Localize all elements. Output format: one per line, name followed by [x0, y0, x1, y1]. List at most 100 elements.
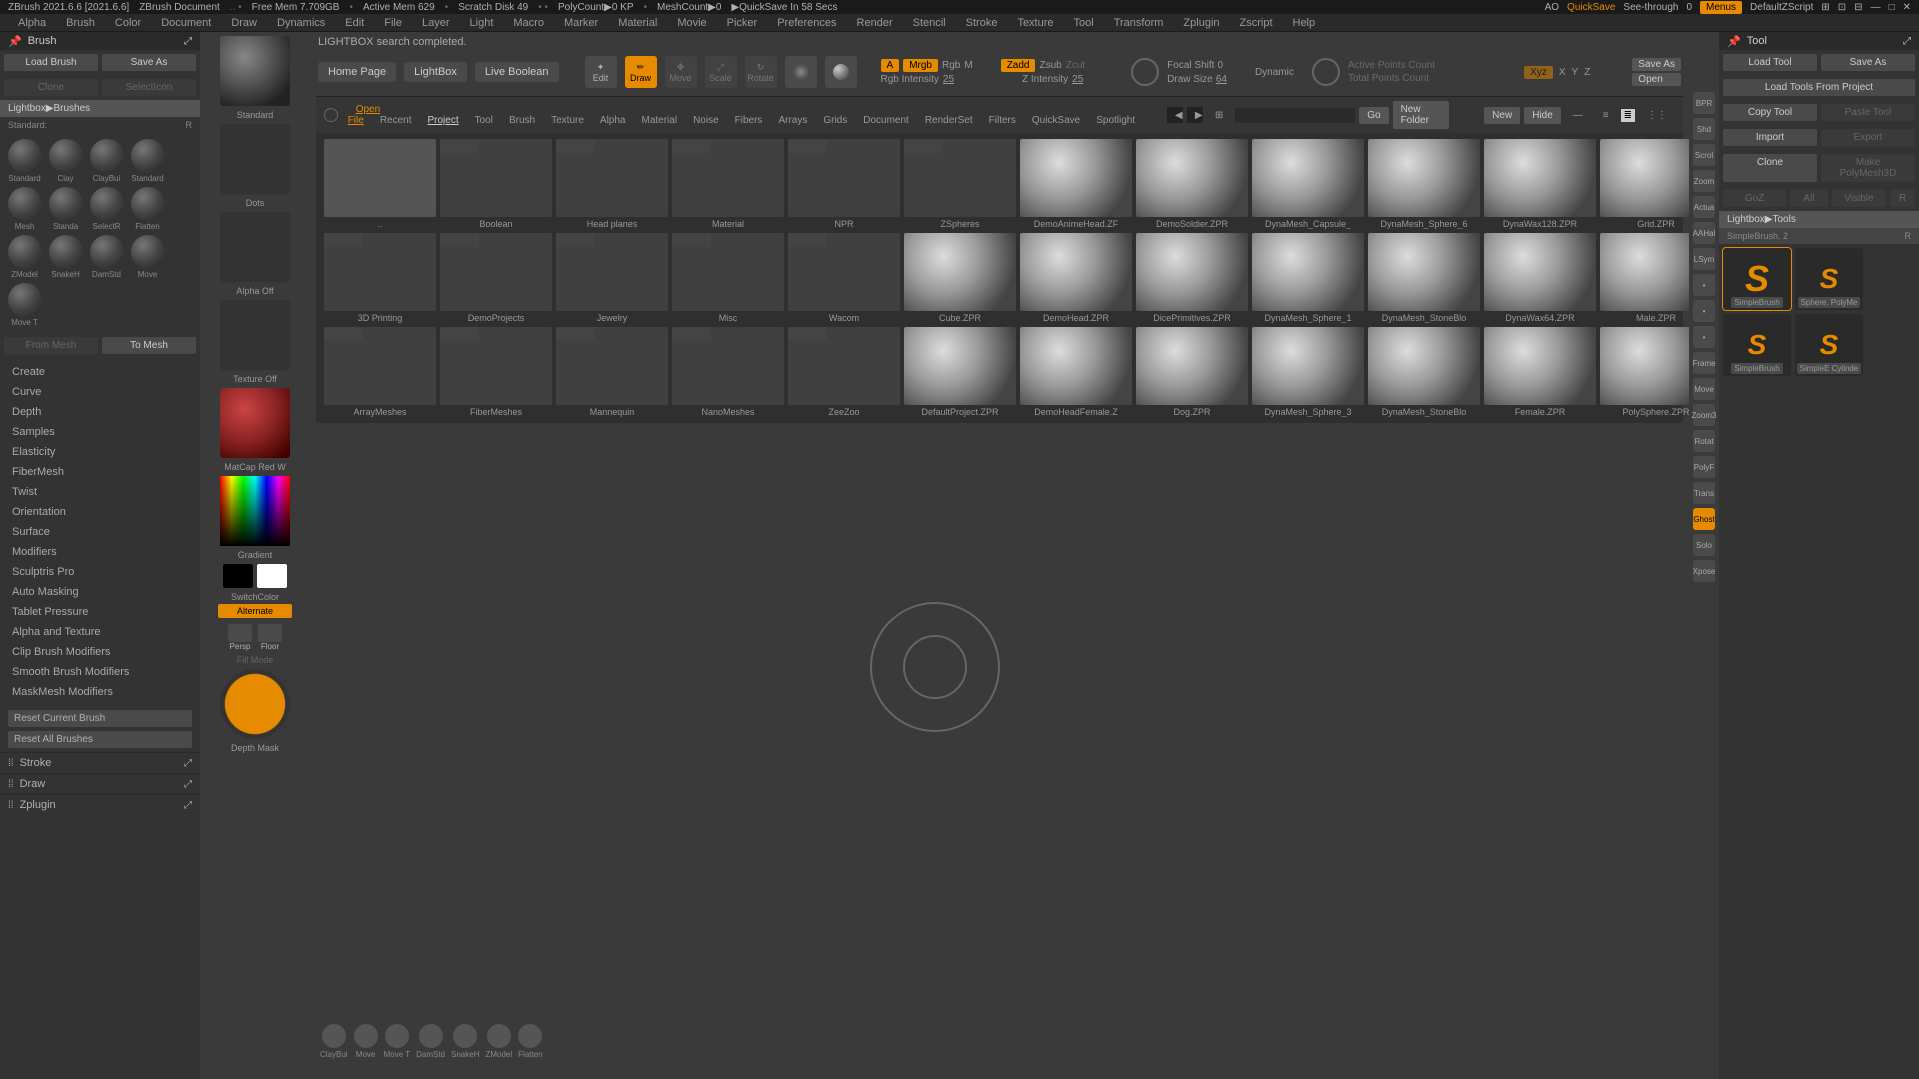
standard-brush-thumb[interactable] — [220, 36, 290, 106]
thumb-item[interactable]: DemoHeadFemale.Z — [1020, 327, 1132, 417]
lightbox-circle-icon[interactable] — [324, 108, 338, 122]
history-brush[interactable]: ClayBui — [320, 1024, 348, 1059]
brush-item[interactable]: Standa — [47, 187, 84, 231]
brush-section-surface[interactable]: Surface — [0, 522, 200, 542]
tool-thumb[interactable]: SSimpleE Cylinde — [1795, 314, 1863, 376]
goz-button[interactable]: GoZ — [1723, 190, 1786, 207]
draw-mode-button[interactable]: ✏Draw — [625, 56, 657, 88]
thumb-item[interactable]: DynaWax128.ZPR — [1484, 139, 1596, 229]
lightbox-search-input[interactable] — [1235, 108, 1355, 123]
minimize-icon[interactable]: — — [1871, 2, 1881, 13]
thumb-item[interactable]: DynaMesh_Sphere_1 — [1252, 233, 1364, 323]
brush-section-modifiers[interactable]: Modifiers — [0, 542, 200, 562]
clone-button[interactable]: Clone — [4, 79, 98, 96]
maximize-icon[interactable]: □ — [1889, 2, 1895, 13]
draw-size-value[interactable]: 64 — [1216, 74, 1227, 85]
lightbox-tab-renderset[interactable]: RenderSet — [917, 112, 981, 129]
menu-transform[interactable]: Transform — [1106, 15, 1172, 31]
menu-marker[interactable]: Marker — [556, 15, 606, 31]
live-boolean-button[interactable]: Live Boolean — [475, 62, 559, 82]
persp-button[interactable] — [228, 624, 252, 642]
brush-section-auto-masking[interactable]: Auto Masking — [0, 582, 200, 602]
thumb-item[interactable]: ZSpheres — [904, 139, 1016, 229]
load-tool-button[interactable]: Load Tool — [1723, 54, 1817, 71]
menu-texture[interactable]: Texture — [1009, 15, 1061, 31]
scale-mode-button[interactable]: ⤢Scale — [705, 56, 737, 88]
save-as-button[interactable]: Save As — [102, 54, 196, 71]
section-stroke[interactable]: ⁞⁞Stroke⤢ — [0, 752, 200, 773]
save-as-button[interactable]: Save As — [1632, 58, 1681, 71]
nav-zoom[interactable]: Zoom — [1693, 170, 1715, 192]
thumb-item[interactable]: Misc — [672, 233, 784, 323]
lightbox-tab-project[interactable]: Project — [420, 112, 467, 129]
history-brush[interactable]: Flatten — [518, 1024, 542, 1059]
brush-section-curve[interactable]: Curve — [0, 382, 200, 402]
pin-icon[interactable]: 📌 — [8, 35, 22, 48]
new-button[interactable]: New — [1484, 107, 1520, 124]
clone-tool-button[interactable]: Clone — [1723, 154, 1817, 182]
zadd-button[interactable]: Zadd — [1001, 59, 1036, 72]
menu-help[interactable]: Help — [1285, 15, 1324, 31]
thumb-item[interactable]: Mannequin — [556, 327, 668, 417]
thumb-item[interactable]: Female.ZPR — [1484, 327, 1596, 417]
menu-material[interactable]: Material — [610, 15, 665, 31]
y-button[interactable]: Y — [1572, 67, 1579, 78]
lightbox-tab-noise[interactable]: Noise — [685, 112, 727, 129]
menu-stencil[interactable]: Stencil — [905, 15, 954, 31]
rotate-mode-button[interactable]: ↻Rotate — [745, 56, 777, 88]
lightbox-tab-alpha[interactable]: Alpha — [592, 112, 634, 129]
brush-section-tablet-pressure[interactable]: Tablet Pressure — [0, 602, 200, 622]
gyro-button[interactable] — [785, 56, 817, 88]
open-button[interactable]: Open — [1632, 73, 1681, 86]
z-intensity-value[interactable]: 25 — [1072, 74, 1083, 85]
menu-zscript[interactable]: Zscript — [1232, 15, 1281, 31]
lightbox-tab-document[interactable]: Document — [855, 112, 917, 129]
material-thumb[interactable] — [220, 388, 290, 458]
thumb-item[interactable]: Head planes — [556, 139, 668, 229]
reset-all-brushes-button[interactable]: Reset All Brushes — [8, 731, 192, 748]
make-polymesh-button[interactable]: Make PolyMesh3D — [1821, 154, 1915, 182]
brush-item[interactable]: ZModel — [6, 235, 43, 279]
nav-frame[interactable]: Frame — [1693, 352, 1715, 374]
thumb-item[interactable]: DynaMesh_Capsule_ — [1252, 139, 1364, 229]
export-button[interactable]: Export — [1821, 129, 1915, 146]
view-icon[interactable]: ⋮⋮ — [1639, 107, 1675, 124]
xyz-button[interactable]: Xyz — [1524, 66, 1553, 79]
thumb-item[interactable]: Cube.ZPR — [904, 233, 1016, 323]
nav-zoom3d[interactable]: Zoom3 — [1693, 404, 1715, 426]
r-button[interactable]: R — [186, 120, 193, 130]
brush-item[interactable]: SelectR — [88, 187, 125, 231]
thumb-item[interactable]: .. — [324, 139, 436, 229]
new-folder-button[interactable]: New Folder — [1393, 101, 1450, 129]
switch-color-button[interactable]: SwitchColor — [200, 592, 310, 602]
close-icon[interactable]: ✕ — [1903, 2, 1911, 13]
quicksave-button[interactable]: QuickSave — [1567, 2, 1615, 13]
menu-light[interactable]: Light — [462, 15, 502, 31]
load-tools-project-button[interactable]: Load Tools From Project — [1723, 79, 1915, 96]
dynamic-button[interactable]: Dynamic — [1255, 67, 1294, 78]
thumb-item[interactable]: Dog.ZPR — [1136, 327, 1248, 417]
thumb-item[interactable]: FiberMeshes — [440, 327, 552, 417]
tool-thumb[interactable]: SSimpleBrush — [1723, 314, 1791, 376]
thumb-item[interactable]: DemoHead.ZPR — [1020, 233, 1132, 323]
seethrough-label[interactable]: See-through — [1623, 2, 1678, 13]
alternate-button[interactable]: Alternate — [218, 604, 292, 618]
menu-document[interactable]: Document — [153, 15, 219, 31]
nav-scroll[interactable]: Scrol — [1693, 144, 1715, 166]
thumb-item[interactable]: 3D Printing — [324, 233, 436, 323]
tool-panel-header[interactable]: 📌 Tool ⤢ — [1719, 32, 1919, 50]
menu-picker[interactable]: Picker — [719, 15, 766, 31]
load-brush-button[interactable]: Load Brush — [4, 54, 98, 71]
view-icon[interactable]: — — [1565, 107, 1591, 124]
section-draw[interactable]: ⁞⁞Draw⤢ — [0, 773, 200, 794]
history-brush[interactable]: DamStd — [416, 1024, 445, 1059]
brush-item[interactable]: Mesh — [6, 187, 43, 231]
focal-value[interactable]: 0 — [1217, 60, 1223, 71]
brush-section-depth[interactable]: Depth — [0, 402, 200, 422]
view-icon[interactable]: ≣ — [1621, 109, 1635, 122]
brush-section-alpha-and-texture[interactable]: Alpha and Texture — [0, 622, 200, 642]
nav-aahalf[interactable]: AAHal — [1693, 222, 1715, 244]
focal-shift-icon[interactable] — [1131, 58, 1159, 86]
brush-section-clip-brush-modifiers[interactable]: Clip Brush Modifiers — [0, 642, 200, 662]
nav-solo[interactable]: Solo — [1693, 534, 1715, 556]
